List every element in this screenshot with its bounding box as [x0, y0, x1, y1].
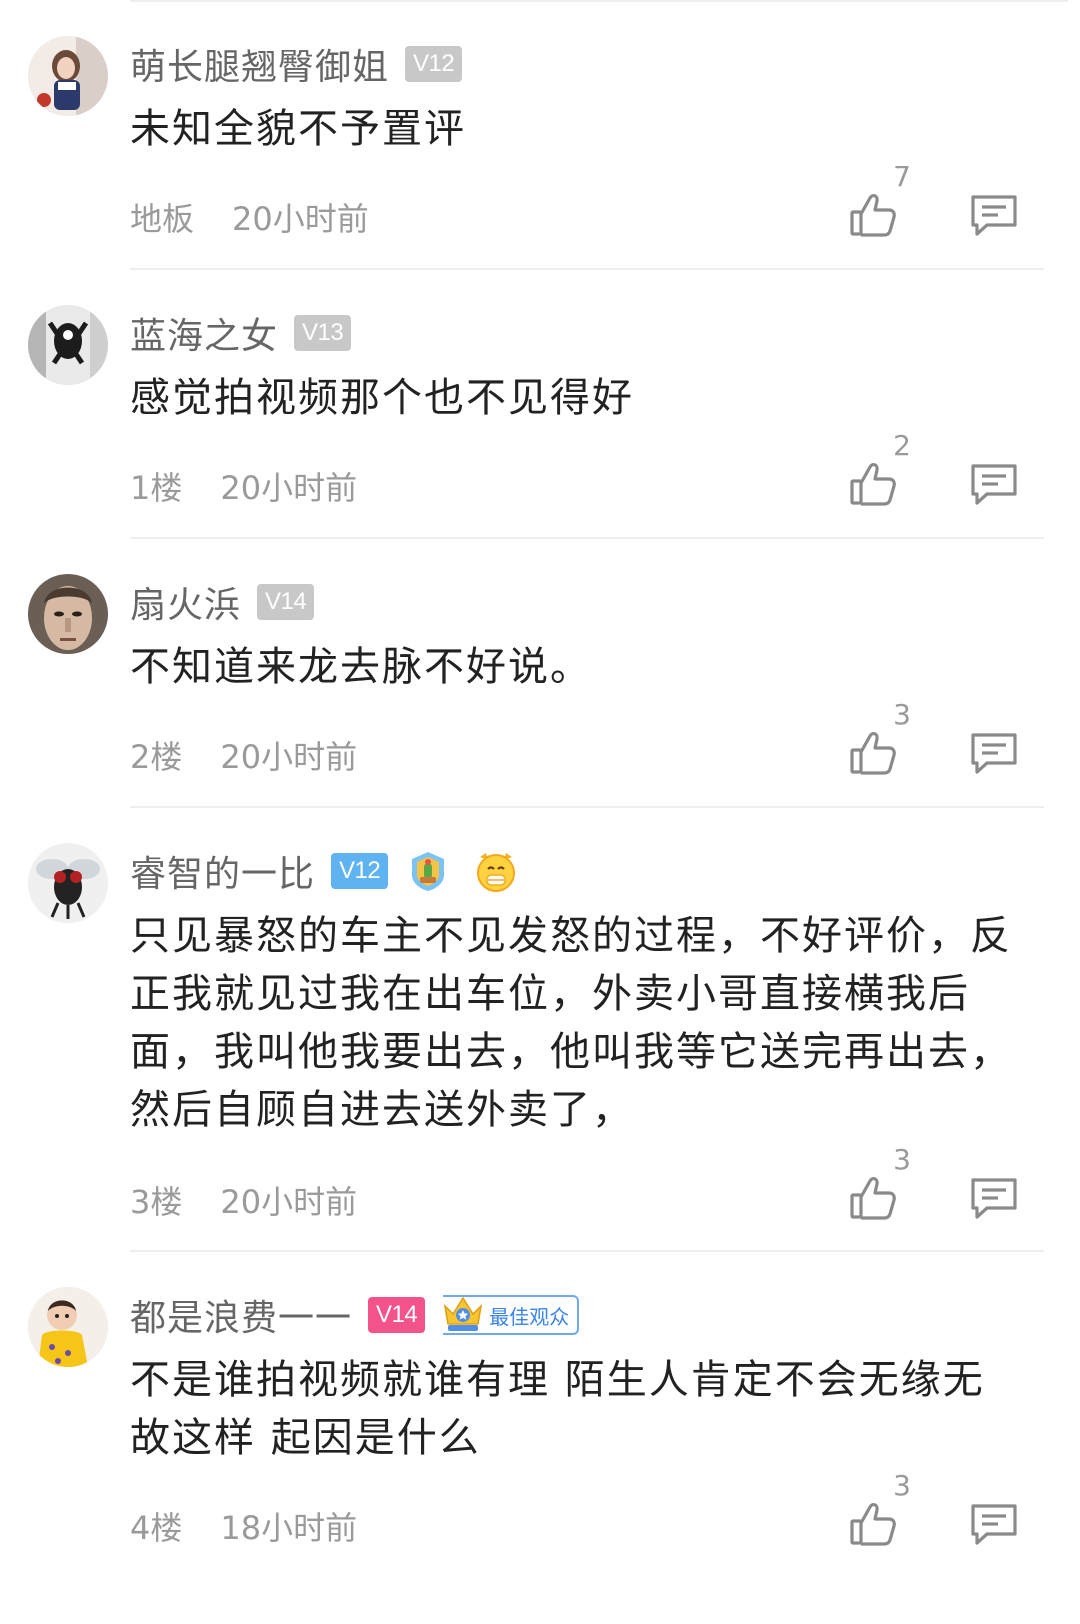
comment-meta: 1楼 20小时前	[130, 463, 357, 509]
divider	[130, 1250, 1044, 1252]
vip-badge: V13	[294, 315, 352, 351]
floor-label: 地板	[130, 200, 195, 238]
comment-header: 都是浪费一一 V14 最佳观众	[130, 1289, 580, 1341]
best-audience-label: 最佳观众	[489, 1304, 570, 1329]
reply-icon[interactable]	[968, 730, 1020, 776]
comment-text: 只见暴怒的车主不见发怒的过程，不好评价，反正我就见过我在出车位，外卖小哥直接横我…	[130, 913, 1012, 1133]
username[interactable]: 睿智的一比	[130, 845, 315, 897]
vip-badge: V14	[257, 584, 315, 620]
reply-icon[interactable]	[968, 461, 1020, 507]
divider	[130, 268, 1044, 270]
floor-label: 3楼	[130, 1183, 183, 1221]
timestamp: 20小时前	[220, 469, 358, 507]
like-count: 3	[893, 1143, 911, 1176]
timestamp: 20小时前	[220, 738, 358, 776]
comment-text: 不是谁拍视频就谁有理 陌生人肯定不会无缘无故这样 起因是什么	[130, 1357, 985, 1461]
floor-label: 2楼	[130, 738, 183, 776]
like-count: 2	[893, 429, 911, 462]
thumbs-up-icon[interactable]	[848, 192, 900, 238]
comment-meta: 地板 20小时前	[130, 194, 369, 240]
comment-header: 扇火浜 V14	[130, 576, 315, 628]
thumbs-up-icon[interactable]	[848, 730, 900, 776]
comment-header: 萌长腿翘臀御姐 V12	[130, 38, 463, 90]
smile-star-medal-icon	[474, 849, 518, 893]
floor-label: 1楼	[130, 469, 183, 507]
timestamp: 20小时前	[220, 1183, 358, 1221]
vip-badge: V12	[331, 853, 389, 889]
comment-text: 感觉拍视频那个也不见得好	[130, 375, 634, 421]
thumbs-up-icon[interactable]	[848, 461, 900, 507]
like-count: 3	[893, 1469, 911, 1502]
username[interactable]: 扇火浜	[130, 576, 241, 628]
comment-header: 蓝海之女 V13	[130, 307, 352, 359]
floor-label: 4楼	[130, 1509, 183, 1547]
username[interactable]: 都是浪费一一	[130, 1289, 352, 1341]
comment-text: 未知全貌不予置评	[130, 106, 466, 152]
vip-badge: V14	[368, 1297, 426, 1333]
divider	[130, 806, 1044, 808]
crown-icon	[441, 1292, 485, 1338]
thumbs-up-icon[interactable]	[848, 1501, 900, 1547]
comment-meta: 4楼 18小时前	[130, 1503, 357, 1549]
comment-header: 睿智的一比 V12	[130, 847, 518, 895]
avatar[interactable]	[28, 1287, 108, 1367]
reply-icon[interactable]	[968, 192, 1020, 238]
avatar[interactable]	[28, 574, 108, 654]
comment-text: 不知道来龙去脉不好说。	[130, 644, 592, 690]
avatar[interactable]	[28, 843, 108, 923]
like-count: 3	[893, 698, 911, 731]
best-audience-badge: 最佳观众	[441, 1292, 580, 1338]
like-count: 7	[893, 160, 911, 193]
thumbs-up-icon[interactable]	[848, 1175, 900, 1221]
reply-icon[interactable]	[968, 1501, 1020, 1547]
username[interactable]: 萌长腿翘臀御姐	[130, 38, 389, 90]
avatar[interactable]	[28, 305, 108, 385]
comment-meta: 2楼 20小时前	[130, 732, 357, 778]
timestamp: 20小时前	[232, 200, 369, 238]
plant-medal-icon	[406, 849, 450, 893]
comment-list: 萌长腿翘臀御姐 V12 未知全貌不予置评 地板 20小时前 7 蓝海之女 V13…	[0, 0, 1080, 1624]
reply-icon[interactable]	[968, 1175, 1020, 1221]
comment-meta: 3楼 20小时前	[130, 1177, 357, 1223]
divider	[130, 0, 1068, 2]
divider	[130, 537, 1044, 539]
timestamp: 18小时前	[220, 1509, 358, 1547]
avatar[interactable]	[28, 36, 108, 116]
vip-badge: V12	[405, 46, 463, 82]
username[interactable]: 蓝海之女	[130, 307, 278, 359]
